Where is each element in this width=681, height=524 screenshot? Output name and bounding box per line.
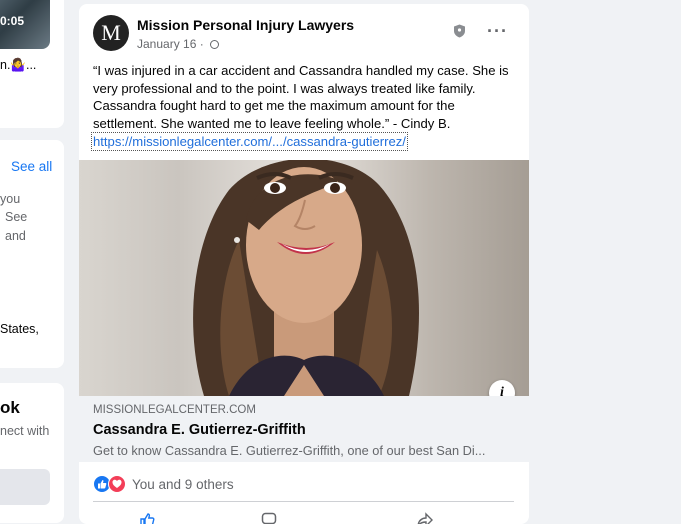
post-date[interactable]: January 16 — [137, 37, 196, 51]
share-button[interactable] — [417, 512, 433, 524]
promo-subtext: nect with — [0, 424, 50, 438]
more-options-icon[interactable]: ··· — [487, 21, 508, 42]
reaction-count[interactable]: You and 9 others — [132, 477, 234, 492]
promo-button[interactable] — [0, 469, 50, 505]
post-meta: January 16 · — [137, 37, 220, 51]
video-thumbnail[interactable]: 0:05 — [0, 0, 50, 49]
globe-icon — [210, 40, 220, 49]
video-caption: n.🤷‍♀️... — [0, 58, 37, 72]
info-text-line-3: and — [5, 229, 26, 243]
comment-button[interactable] — [261, 512, 277, 524]
link-preview[interactable]: MISSIONLEGALCENTER.COM Cassandra E. Guti… — [79, 396, 529, 462]
see-all-link[interactable]: See all — [11, 159, 52, 174]
info-location: States, — [0, 322, 39, 336]
preview-domain: MISSIONLEGALCENTER.COM — [93, 404, 256, 416]
post-photo[interactable]: i — [79, 160, 529, 396]
love-icon — [108, 475, 126, 493]
promo-heading: ok — [0, 398, 20, 417]
preview-description: Get to know Cassandra E. Gutierrez-Griff… — [93, 443, 486, 458]
left-video-card[interactable]: 0:05 n.🤷‍♀️... — [0, 0, 64, 128]
reaction-summary[interactable]: You and 9 others — [93, 474, 234, 494]
video-duration: 0:05 — [0, 14, 25, 28]
like-button[interactable] — [139, 512, 155, 524]
post-body: “I was injured in a car accident and Cas… — [93, 63, 509, 131]
info-text-line-2: See — [5, 210, 28, 224]
info-text-line-1: you — [0, 192, 21, 206]
post-link[interactable]: https://missionlegalcenter.com/.../cassa… — [91, 132, 408, 151]
date-separator: · — [199, 37, 204, 51]
page-avatar[interactable]: M — [93, 15, 129, 51]
actions-divider — [93, 501, 514, 502]
post-card: M Mission Personal Injury Lawyers Januar… — [79, 4, 529, 524]
page-name[interactable]: Mission Personal Injury Lawyers — [137, 17, 354, 33]
preview-title[interactable]: Cassandra E. Gutierrez-Griffith — [93, 422, 306, 438]
portrait-image — [193, 160, 419, 396]
share-icon — [417, 512, 433, 524]
left-info-card: See all you See and States, — [0, 140, 64, 368]
comment-icon — [261, 512, 277, 524]
left-promo-card: ok nect with — [0, 383, 64, 523]
shield-icon[interactable] — [453, 24, 466, 38]
like-outline-icon — [140, 513, 155, 524]
avatar-letter: M — [101, 20, 121, 45]
